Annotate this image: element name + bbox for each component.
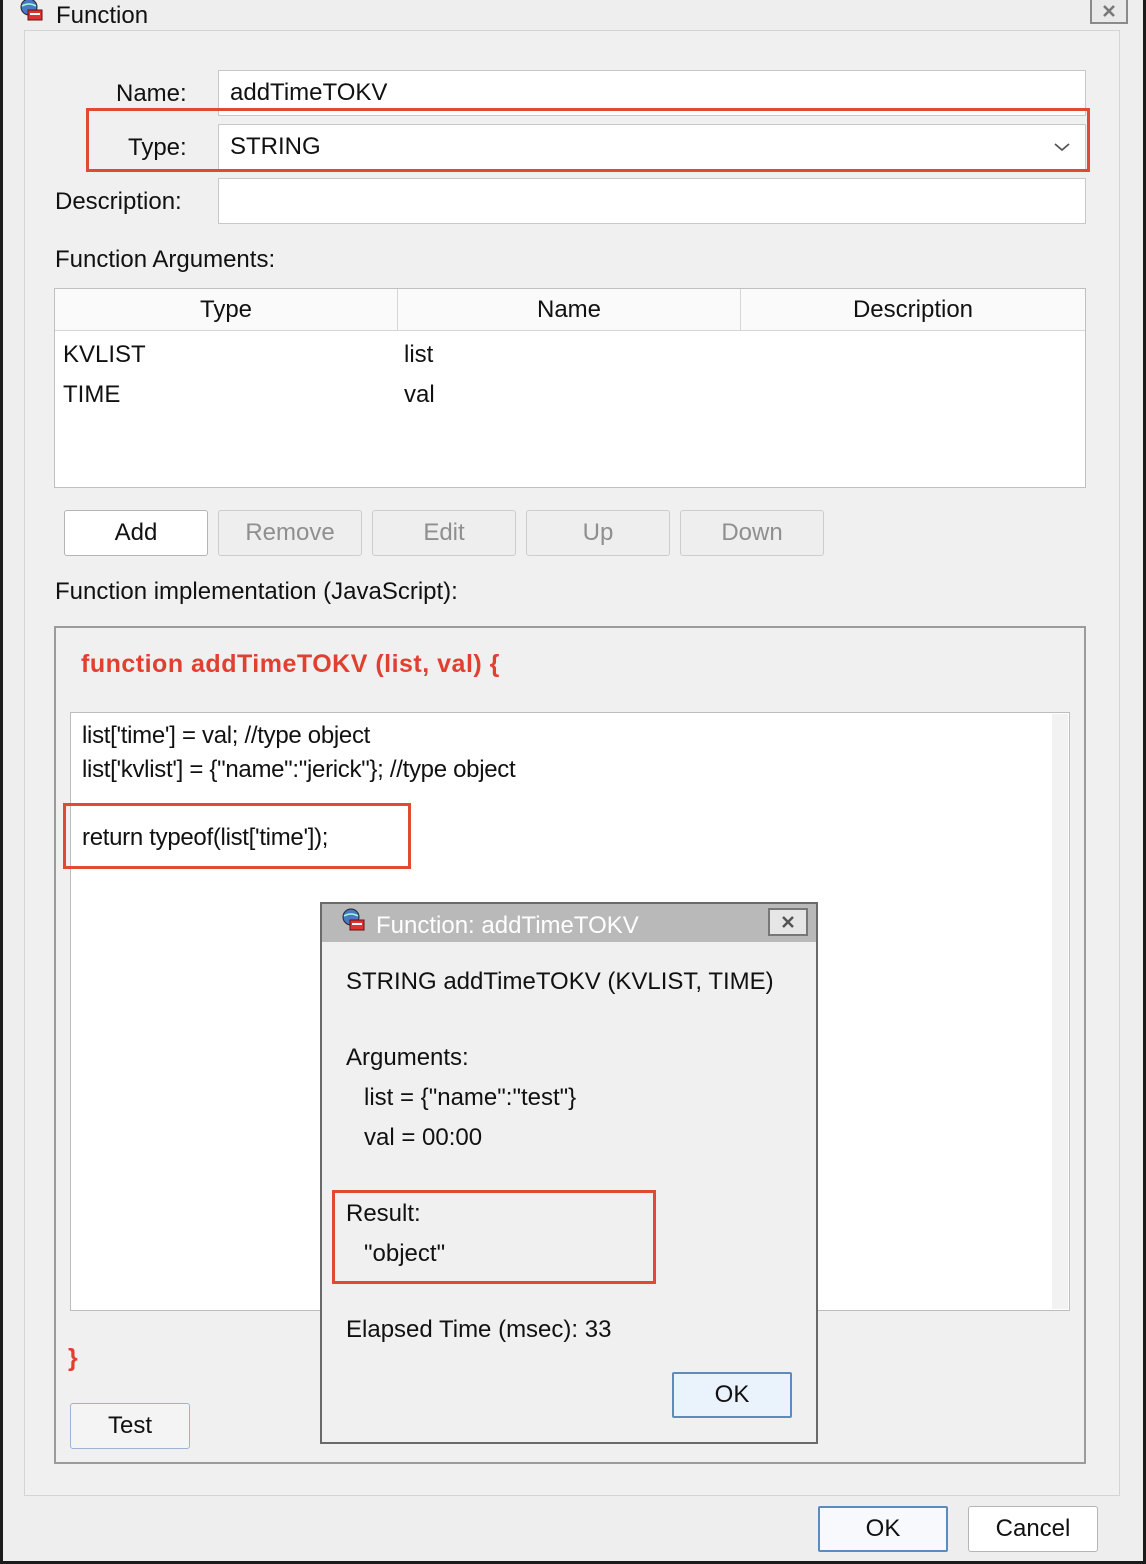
closing-brace: } [68, 1344, 79, 1372]
move-up-button[interactable]: Up [526, 510, 670, 556]
name-label: Name: [116, 80, 187, 107]
test-button[interactable]: Test [70, 1403, 190, 1449]
column-header-description[interactable]: Description [741, 289, 1085, 331]
dialog-signature: STRING addTimeTOKV (KVLIST, TIME) [346, 968, 774, 995]
code-editor-scrollbar[interactable] [1052, 714, 1068, 1309]
function-globe-icon [342, 908, 365, 931]
description-input[interactable] [218, 178, 1086, 224]
arguments-table-header: Type Name Description [55, 289, 1085, 331]
edit-argument-button[interactable]: Edit [372, 510, 516, 556]
function-signature: function addTimeTOKV (list, val) { [81, 650, 500, 678]
close-x-icon [782, 916, 794, 928]
implementation-label: Function implementation (JavaScript): [55, 578, 458, 605]
code-line-2: list['kvlist'] = {"name":"jerick"}; //ty… [82, 756, 516, 783]
row-type-cell: KVLIST [63, 341, 146, 368]
table-row[interactable]: TIME val [55, 375, 1085, 413]
function-arguments-label: Function Arguments: [55, 246, 276, 273]
arguments-table[interactable]: Type Name Description KVLIST list TIME v… [54, 288, 1086, 488]
function-globe-icon [20, 0, 43, 21]
ok-button[interactable]: OK [818, 1506, 948, 1552]
dialog-elapsed-time: Elapsed Time (msec): 33 [346, 1316, 612, 1343]
type-highlight-box [86, 108, 1090, 172]
dialog-arguments-label: Arguments: [346, 1044, 469, 1071]
window-close-button[interactable] [1090, 0, 1128, 24]
column-header-name[interactable]: Name [398, 289, 741, 331]
return-highlight-box [63, 803, 411, 869]
column-header-type[interactable]: Type [55, 289, 398, 331]
window-title: Function [56, 2, 149, 29]
result-highlight-box [332, 1190, 656, 1284]
row-name-cell: list [404, 341, 434, 368]
add-argument-button[interactable]: Add [64, 510, 208, 556]
row-name-cell: val [404, 381, 435, 408]
dialog-title: Function: addTimeTOKV [376, 912, 639, 939]
close-x-icon [1103, 5, 1115, 17]
dialog-close-button[interactable] [768, 908, 808, 936]
remove-argument-button[interactable]: Remove [218, 510, 362, 556]
table-row[interactable]: KVLIST list [55, 335, 1085, 373]
description-label: Description: [55, 188, 182, 215]
dialog-ok-button[interactable]: OK [672, 1372, 792, 1418]
name-input-value: addTimeTOKV [230, 79, 388, 106]
window-titlebar[interactable] [3, 0, 1143, 30]
cancel-button[interactable]: Cancel [968, 1506, 1098, 1552]
dialog-argument-val: val = 00:00 [364, 1124, 483, 1151]
dialog-argument-list: list = {"name":"test"} [364, 1084, 577, 1111]
code-line-1: list['time'] = val; //type object [82, 722, 371, 749]
move-down-button[interactable]: Down [680, 510, 824, 556]
row-type-cell: TIME [63, 381, 121, 408]
